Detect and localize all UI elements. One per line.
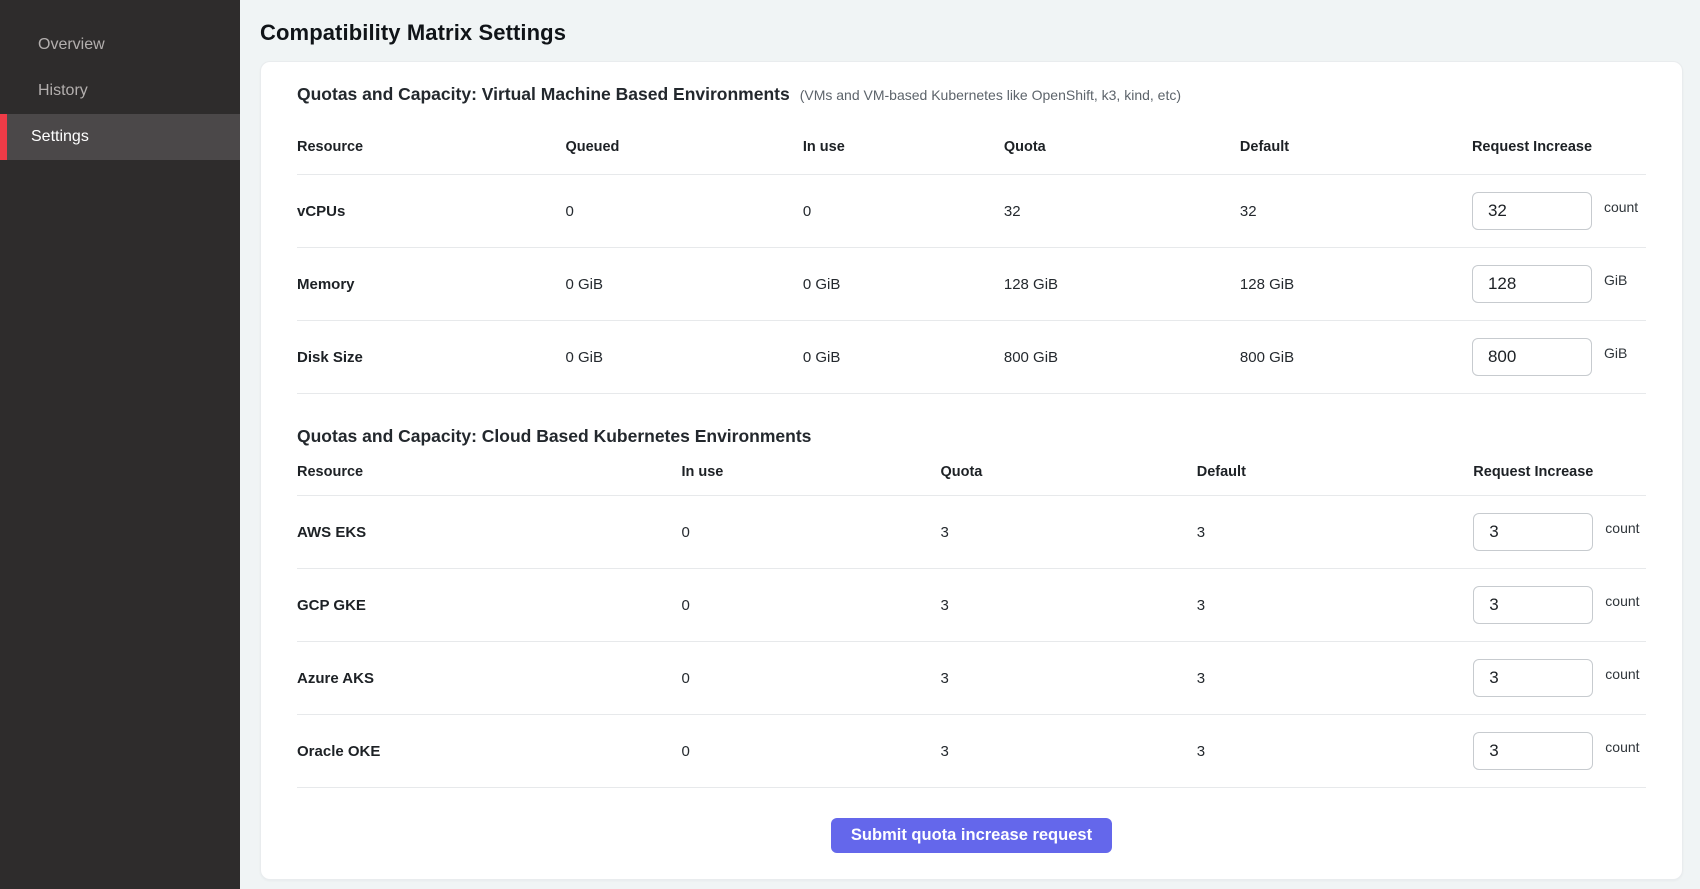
- aws-eks-request-increase-input[interactable]: [1473, 513, 1593, 551]
- cell-in-use: 0 GiB: [803, 276, 1004, 293]
- sidebar-item-settings[interactable]: Settings: [0, 114, 240, 160]
- table-row-aws-eks: AWS EKS 0 3 3 count: [297, 496, 1646, 569]
- card-footer: Submit quota increase request: [297, 788, 1646, 853]
- column-header-resource: Resource: [297, 464, 681, 480]
- cell-quota: 800 GiB: [1004, 349, 1240, 366]
- section-subtitle: (VMs and VM-based Kubernetes like OpenSh…: [800, 87, 1181, 103]
- cell-in-use: 0: [681, 597, 940, 614]
- vm-quota-table: Resource Queued In use Quota Default Req…: [297, 105, 1646, 394]
- sidebar-item-overview[interactable]: Overview: [0, 22, 240, 68]
- request-increase-group: count: [1472, 192, 1646, 230]
- request-increase-group: count: [1473, 732, 1646, 770]
- sidebar-item-history[interactable]: History: [0, 68, 240, 114]
- section-title: Quotas and Capacity: Cloud Based Kuberne…: [297, 426, 811, 447]
- cell-default: 3: [1197, 743, 1474, 760]
- vcpus-request-increase-input[interactable]: [1472, 192, 1592, 230]
- section-header: Quotas and Capacity: Virtual Machine Bas…: [297, 84, 1646, 105]
- unit-label: count: [1605, 739, 1639, 755]
- request-increase-group: count: [1473, 513, 1646, 551]
- cell-resource: GCP GKE: [297, 597, 681, 614]
- request-increase-group: GiB: [1472, 265, 1646, 303]
- column-header-in-use: In use: [803, 139, 1004, 155]
- cloud-quota-table: Resource In use Quota Default Request In…: [297, 447, 1646, 788]
- cell-in-use: 0: [681, 524, 940, 541]
- cell-queued: 0 GiB: [565, 349, 802, 366]
- table-row-azure-aks: Azure AKS 0 3 3 count: [297, 642, 1646, 715]
- cell-resource: Memory: [297, 276, 565, 293]
- table-row-oracle-oke: Oracle OKE 0 3 3 count: [297, 715, 1646, 788]
- table-row-disk-size: Disk Size 0 GiB 0 GiB 800 GiB 800 GiB Gi…: [297, 321, 1646, 394]
- table-row-vcpus: vCPUs 0 0 32 32 count: [297, 175, 1646, 248]
- table-row-memory: Memory 0 GiB 0 GiB 128 GiB 128 GiB GiB: [297, 248, 1646, 321]
- cell-default: 3: [1197, 524, 1474, 541]
- column-header-quota: Quota: [940, 464, 1196, 480]
- request-increase-group: count: [1473, 586, 1646, 624]
- unit-label: count: [1605, 520, 1639, 536]
- cell-resource: Oracle OKE: [297, 743, 681, 760]
- unit-label: GiB: [1604, 272, 1627, 288]
- unit-label: GiB: [1604, 345, 1627, 361]
- cell-resource: Azure AKS: [297, 670, 681, 687]
- cell-quota: 3: [940, 670, 1196, 687]
- cell-in-use: 0: [681, 670, 940, 687]
- cell-queued: 0: [565, 203, 802, 220]
- column-header-request-increase: Request Increase: [1473, 464, 1646, 480]
- table-header-row: Resource Queued In use Quota Default Req…: [297, 105, 1646, 175]
- cell-in-use: 0: [681, 743, 940, 760]
- submit-quota-increase-button[interactable]: Submit quota increase request: [831, 818, 1112, 853]
- cell-default: 3: [1197, 670, 1474, 687]
- column-header-resource: Resource: [297, 139, 565, 155]
- column-header-request-increase: Request Increase: [1472, 139, 1646, 155]
- page-title: Compatibility Matrix Settings: [260, 20, 1700, 46]
- column-header-in-use: In use: [681, 464, 940, 480]
- sidebar-item-label: Settings: [31, 128, 89, 146]
- table-header-row: Resource In use Quota Default Request In…: [297, 447, 1646, 496]
- cell-resource: Disk Size: [297, 349, 565, 366]
- oracle-oke-request-increase-input[interactable]: [1473, 732, 1593, 770]
- cell-in-use: 0: [803, 203, 1004, 220]
- request-increase-group: GiB: [1472, 338, 1646, 376]
- column-header-default: Default: [1197, 464, 1474, 480]
- cell-default: 3: [1197, 597, 1474, 614]
- sidebar-item-label: History: [38, 82, 88, 100]
- cell-queued: 0 GiB: [565, 276, 802, 293]
- section-cloud-kubernetes: Quotas and Capacity: Cloud Based Kuberne…: [297, 426, 1646, 788]
- cell-default: 32: [1240, 203, 1472, 220]
- unit-label: count: [1605, 593, 1639, 609]
- disk-size-request-increase-input[interactable]: [1472, 338, 1592, 376]
- unit-label: count: [1605, 666, 1639, 682]
- column-header-quota: Quota: [1004, 139, 1240, 155]
- cell-default: 800 GiB: [1240, 349, 1472, 366]
- cell-in-use: 0 GiB: [803, 349, 1004, 366]
- unit-label: count: [1604, 199, 1638, 215]
- gcp-gke-request-increase-input[interactable]: [1473, 586, 1593, 624]
- cell-quota: 3: [940, 743, 1196, 760]
- column-header-queued: Queued: [565, 139, 802, 155]
- section-header: Quotas and Capacity: Cloud Based Kuberne…: [297, 426, 1646, 447]
- cell-quota: 128 GiB: [1004, 276, 1240, 293]
- cell-resource: vCPUs: [297, 203, 565, 220]
- main-content: Compatibility Matrix Settings Quotas and…: [240, 0, 1700, 889]
- cell-quota: 32: [1004, 203, 1240, 220]
- sidebar: Overview History Settings: [0, 0, 240, 889]
- column-header-default: Default: [1240, 139, 1472, 155]
- table-row-gcp-gke: GCP GKE 0 3 3 count: [297, 569, 1646, 642]
- settings-card: Quotas and Capacity: Virtual Machine Bas…: [260, 61, 1683, 880]
- cell-default: 128 GiB: [1240, 276, 1472, 293]
- section-title: Quotas and Capacity: Virtual Machine Bas…: [297, 84, 790, 105]
- cell-resource: AWS EKS: [297, 524, 681, 541]
- sidebar-item-label: Overview: [38, 36, 105, 54]
- section-vm-environments: Quotas and Capacity: Virtual Machine Bas…: [297, 84, 1646, 394]
- cell-quota: 3: [940, 597, 1196, 614]
- request-increase-group: count: [1473, 659, 1646, 697]
- cell-quota: 3: [940, 524, 1196, 541]
- azure-aks-request-increase-input[interactable]: [1473, 659, 1593, 697]
- memory-request-increase-input[interactable]: [1472, 265, 1592, 303]
